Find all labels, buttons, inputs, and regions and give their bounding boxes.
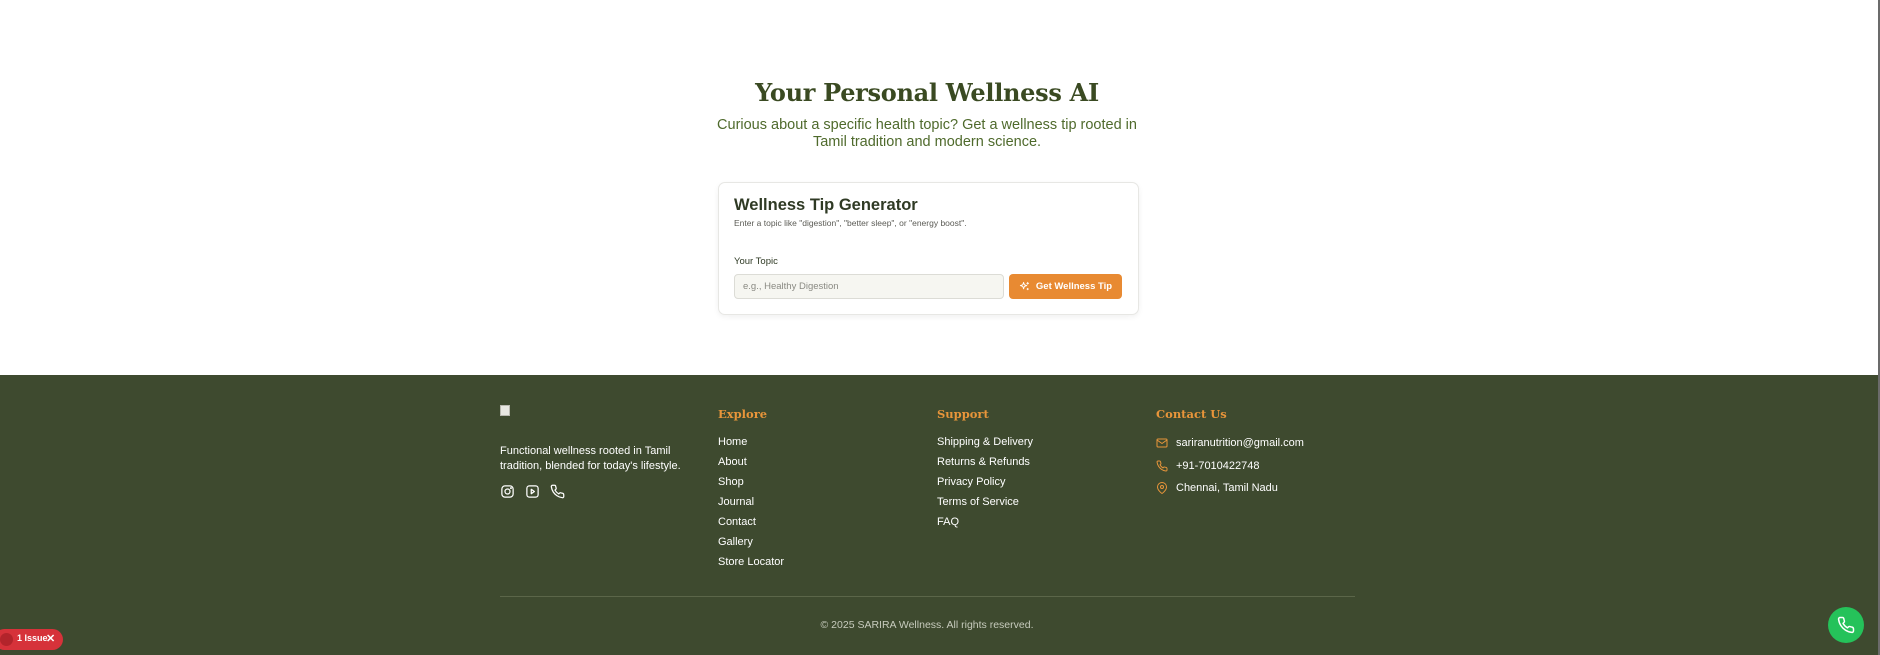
instagram-icon[interactable] <box>500 484 515 499</box>
phone-icon <box>1156 460 1168 472</box>
contact-phone-text: +91-7010422748 <box>1176 459 1260 472</box>
footer-link-faq[interactable]: FAQ <box>937 512 1033 532</box>
topic-label: Your Topic <box>734 256 778 267</box>
support-links: Shipping & Delivery Returns & Refunds Pr… <box>937 432 1033 532</box>
footer-divider <box>500 596 1355 597</box>
mail-icon <box>1156 437 1168 449</box>
issues-badge[interactable]: 1 Issue ✕ <box>0 629 63 650</box>
map-pin-icon <box>1156 482 1168 495</box>
contact-location-text: Chennai, Tamil Nadu <box>1176 482 1278 495</box>
footer-link-privacy[interactable]: Privacy Policy <box>937 472 1033 492</box>
footer-link-shop[interactable]: Shop <box>718 472 784 492</box>
contact-email[interactable]: sariranutrition@gmail.com <box>1156 432 1304 455</box>
section-subtitle: Curious about a specific health topic? G… <box>717 117 1137 150</box>
issue-indicator-icon <box>0 633 13 646</box>
contact-location: Chennai, Tamil Nadu <box>1156 477 1304 500</box>
footer-link-shipping[interactable]: Shipping & Delivery <box>937 432 1033 452</box>
sparkles-icon <box>1019 281 1030 292</box>
topic-input[interactable] <box>734 274 1004 299</box>
contact-details: sariranutrition@gmail.com +91-7010422748… <box>1156 432 1304 500</box>
explore-heading: Explore <box>718 407 768 421</box>
explore-links: Home About Shop Journal Contact Gallery … <box>718 432 784 572</box>
close-icon[interactable]: ✕ <box>46 632 55 645</box>
wellness-ai-section: Your Personal Wellness AI Curious about … <box>0 0 1878 375</box>
footer-link-store-locator[interactable]: Store Locator <box>718 552 784 572</box>
footer-link-terms[interactable]: Terms of Service <box>937 492 1033 512</box>
youtube-icon[interactable] <box>525 484 540 499</box>
footer-link-home[interactable]: Home <box>718 432 784 452</box>
contact-email-text: sariranutrition@gmail.com <box>1176 437 1304 450</box>
support-heading: Support <box>937 407 989 421</box>
card-description: Enter a topic like "digestion", "better … <box>734 218 967 228</box>
social-links <box>500 484 565 499</box>
brand-logo-image[interactable] <box>500 405 510 416</box>
contact-phone[interactable]: +91-7010422748 <box>1156 455 1304 478</box>
site-footer: Functional wellness rooted in Tamil trad… <box>0 375 1878 655</box>
footer-link-about[interactable]: About <box>718 452 784 472</box>
footer-link-contact[interactable]: Contact <box>718 512 784 532</box>
phone-icon[interactable] <box>550 484 565 499</box>
get-wellness-tip-button[interactable]: Get Wellness Tip <box>1009 274 1122 299</box>
footer-link-gallery[interactable]: Gallery <box>718 532 784 552</box>
footer-link-returns[interactable]: Returns & Refunds <box>937 452 1033 472</box>
phone-icon <box>1837 616 1855 634</box>
contact-heading: Contact Us <box>1156 407 1227 421</box>
button-label: Get Wellness Tip <box>1035 281 1113 292</box>
wellness-tip-generator-card: Wellness Tip Generator Enter a topic lik… <box>718 182 1139 315</box>
section-title: Your Personal Wellness AI <box>755 78 1099 107</box>
copyright-text: © 2025 SARIRA Wellness. All rights reser… <box>820 619 1034 631</box>
card-title: Wellness Tip Generator <box>734 196 918 214</box>
footer-link-journal[interactable]: Journal <box>718 492 784 512</box>
issues-badge-label: 1 Issue <box>17 633 48 643</box>
footer-tagline: Functional wellness rooted in Tamil trad… <box>500 445 681 472</box>
call-floating-button[interactable] <box>1828 607 1864 643</box>
